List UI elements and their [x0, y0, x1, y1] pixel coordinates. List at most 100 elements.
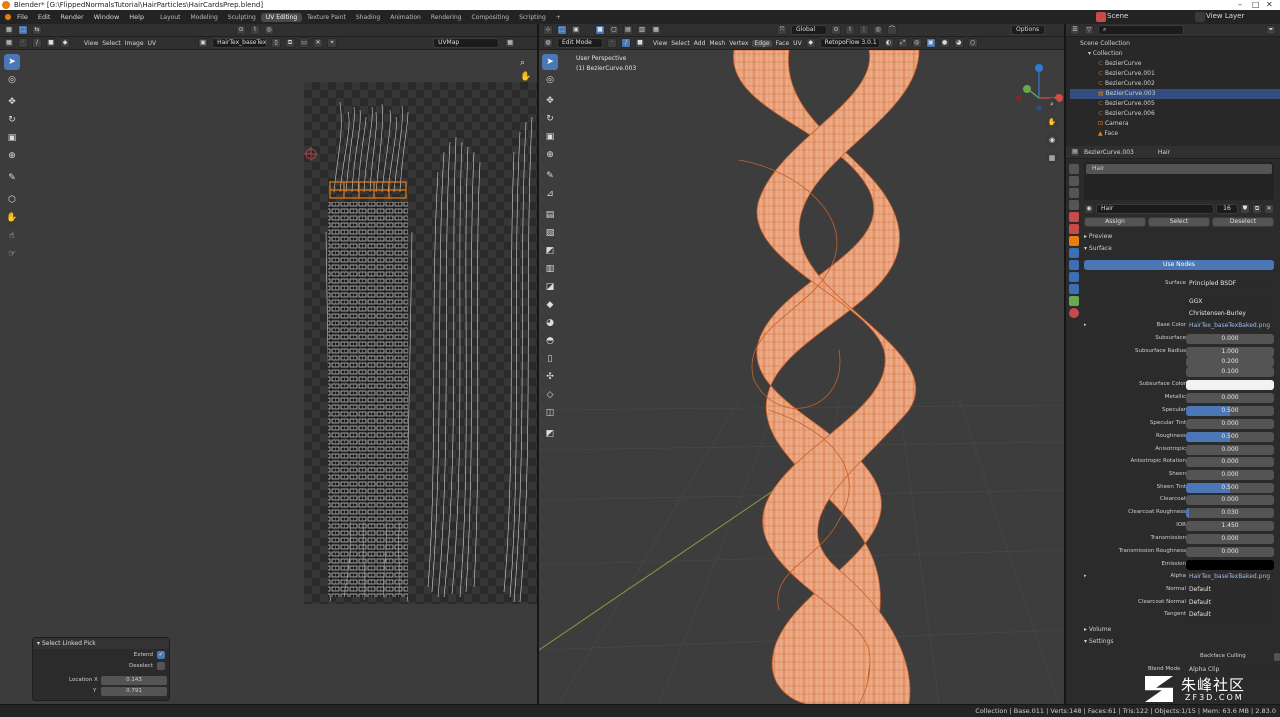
bsdf-row-value[interactable]: [1186, 560, 1274, 570]
transform-icon[interactable]: ⊕: [4, 148, 20, 164]
outliner-item[interactable]: ⊂ BezierCurve: [1070, 59, 1280, 69]
use-nodes-button[interactable]: Use Nodes: [1084, 260, 1274, 270]
fake-user-icon[interactable]: ⛊: [1240, 204, 1250, 214]
mode-set-icon[interactable]: ■: [595, 25, 605, 35]
visibility-icon[interactable]: ◐: [883, 38, 894, 48]
outliner-item[interactable]: ⊂ BezierCurve.001: [1070, 69, 1280, 79]
edge-slide-icon[interactable]: ▯: [542, 351, 558, 367]
unlink-material-icon[interactable]: ✕: [1264, 204, 1274, 214]
particles-tab-icon[interactable]: [1069, 260, 1079, 270]
vp-select-icon[interactable]: ➤: [542, 54, 558, 70]
falloff-icon[interactable]: ⌒: [887, 25, 897, 35]
cursor-icon[interactable]: ◎: [4, 72, 20, 88]
image-browse-icon[interactable]: ▣: [198, 38, 209, 48]
mode-and-icon[interactable]: ▦: [651, 25, 661, 35]
move-icon[interactable]: ✥: [4, 94, 20, 110]
outliner-collection[interactable]: ▾ Collection: [1070, 49, 1280, 59]
expand-socket-icon[interactable]: ▸: [1084, 322, 1087, 328]
snap-toggle-icon[interactable]: ⌇: [845, 25, 855, 35]
extrude-icon[interactable]: ▤: [542, 207, 558, 223]
menu-edge[interactable]: Edge: [752, 39, 772, 47]
surface-section[interactable]: ▾ Surface: [1084, 245, 1112, 252]
menu-uv[interactable]: UV: [793, 40, 802, 47]
bsdf-row-value[interactable]: 0.500: [1186, 406, 1274, 416]
vp-annotate-icon[interactable]: ✎: [542, 168, 558, 184]
outliner-scene-collection[interactable]: Scene Collection: [1070, 39, 1280, 49]
extend-checkbox[interactable]: ✓: [157, 651, 165, 659]
outliner-item-selected[interactable]: ▤ BezierCurve.003: [1070, 89, 1280, 99]
maximize-icon[interactable]: □: [1252, 0, 1260, 10]
mode-dropdown[interactable]: Edit Mode: [557, 38, 603, 48]
uv-vertex-mode-icon[interactable]: ·: [18, 38, 28, 48]
tab-animation[interactable]: Animation: [385, 13, 426, 22]
knife-icon[interactable]: ◪: [542, 279, 558, 295]
uv-menu-image[interactable]: Image: [125, 40, 144, 47]
deselect-checkbox[interactable]: [157, 662, 165, 670]
image-copy-icon[interactable]: ⧉: [285, 38, 296, 48]
mode-sub-icon[interactable]: ▤: [623, 25, 633, 35]
constraints-tab-icon[interactable]: [1069, 284, 1079, 294]
tab-modeling[interactable]: Modeling: [186, 13, 223, 22]
material-browse-icon[interactable]: ◉: [1084, 204, 1094, 214]
scene-icon[interactable]: [1096, 12, 1106, 22]
tab-texture-paint[interactable]: Texture Paint: [302, 13, 351, 22]
outliner-item[interactable]: ⊂ BezierCurve.006: [1070, 109, 1280, 119]
orientation-icon[interactable]: ⤧: [777, 25, 787, 35]
modifier-tab-icon[interactable]: [1069, 248, 1079, 258]
menu-add[interactable]: Add: [694, 40, 706, 47]
close-icon[interactable]: ✕: [1266, 0, 1273, 10]
vp-cursor-icon[interactable]: ◎: [542, 72, 558, 88]
tab-shading[interactable]: Shading: [351, 13, 385, 22]
uv-editor-type-icon[interactable]: ▦: [4, 38, 14, 48]
menu-file[interactable]: File: [12, 13, 33, 21]
rotate-icon[interactable]: ↻: [4, 112, 20, 128]
render-tab-icon[interactable]: [1069, 176, 1079, 186]
scene-name[interactable]: Scene: [1107, 12, 1128, 20]
smooth-icon[interactable]: ◓: [542, 333, 558, 349]
bsdf-row-value[interactable]: 1.450: [1186, 521, 1274, 531]
uv-edge-mode-icon[interactable]: /: [32, 38, 42, 48]
proportional-icon[interactable]: ◎: [264, 25, 274, 35]
annotate-icon[interactable]: ✎: [4, 170, 20, 186]
outliner-type-icon[interactable]: ☰: [1070, 25, 1080, 35]
operator-panel-header[interactable]: ▾ Select Linked Pick: [33, 638, 169, 649]
uv-island-mode-icon[interactable]: ◆: [60, 38, 70, 48]
rip-region-icon[interactable]: ◫: [542, 405, 558, 421]
uv-texture-image[interactable]: [304, 82, 537, 604]
bsdf-row-value[interactable]: 0.000: [1186, 334, 1274, 344]
pivot-point-icon[interactable]: ⊙: [831, 25, 841, 35]
shrink-icon[interactable]: ✣: [542, 369, 558, 385]
scene-tab-icon[interactable]: [1069, 212, 1079, 222]
orientation-dropdown[interactable]: Global: [791, 25, 827, 35]
snap-target-icon[interactable]: ⋮: [859, 25, 869, 35]
mode-diff-icon[interactable]: ▥: [637, 25, 647, 35]
panel-collapse-icon[interactable]: ▾: [37, 640, 40, 647]
vertex-select-icon[interactable]: ·: [607, 38, 617, 48]
bsdf-row-value[interactable]: [1186, 380, 1274, 390]
outliner-item[interactable]: ⊂ BezierCurve.002: [1070, 79, 1280, 89]
subsurface-method-dropdown[interactable]: Christensen-Burley: [1186, 309, 1274, 319]
spin-icon[interactable]: ◕: [542, 315, 558, 331]
location-x-field[interactable]: 0.143: [101, 676, 167, 685]
uv-menu-uv[interactable]: UV: [148, 40, 157, 47]
bsdf-row-value[interactable]: Default: [1186, 598, 1274, 608]
uv-face-mode-icon[interactable]: ■: [46, 38, 56, 48]
minimize-icon[interactable]: –: [1238, 0, 1242, 10]
tab-compositing[interactable]: Compositing: [466, 13, 514, 22]
vp-rotate-icon[interactable]: ↻: [542, 111, 558, 127]
object-tab-icon[interactable]: [1069, 236, 1079, 246]
eyedropper-icon[interactable]: ⌖: [327, 38, 338, 48]
bsdf-row-value[interactable]: HairTex_baseTexBaked.png: [1186, 572, 1274, 582]
uv-map-field[interactable]: UVMap: [433, 38, 500, 48]
xray-icon[interactable]: ▣: [925, 38, 936, 48]
edge-select-icon[interactable]: /: [621, 38, 631, 48]
data-tab-icon[interactable]: [1069, 296, 1079, 306]
hand-icon[interactable]: ✋: [520, 72, 531, 82]
distribution-dropdown[interactable]: GGX: [1186, 297, 1274, 307]
image-close-icon[interactable]: ✕: [313, 38, 324, 48]
menu-window[interactable]: Window: [89, 13, 125, 21]
bsdf-row-value[interactable]: 0.500: [1186, 432, 1274, 442]
material-name-field[interactable]: Hair: [1096, 204, 1214, 214]
bsdf-row-value[interactable]: 0.000: [1186, 547, 1274, 557]
solid-shading-icon[interactable]: ●: [939, 38, 950, 48]
